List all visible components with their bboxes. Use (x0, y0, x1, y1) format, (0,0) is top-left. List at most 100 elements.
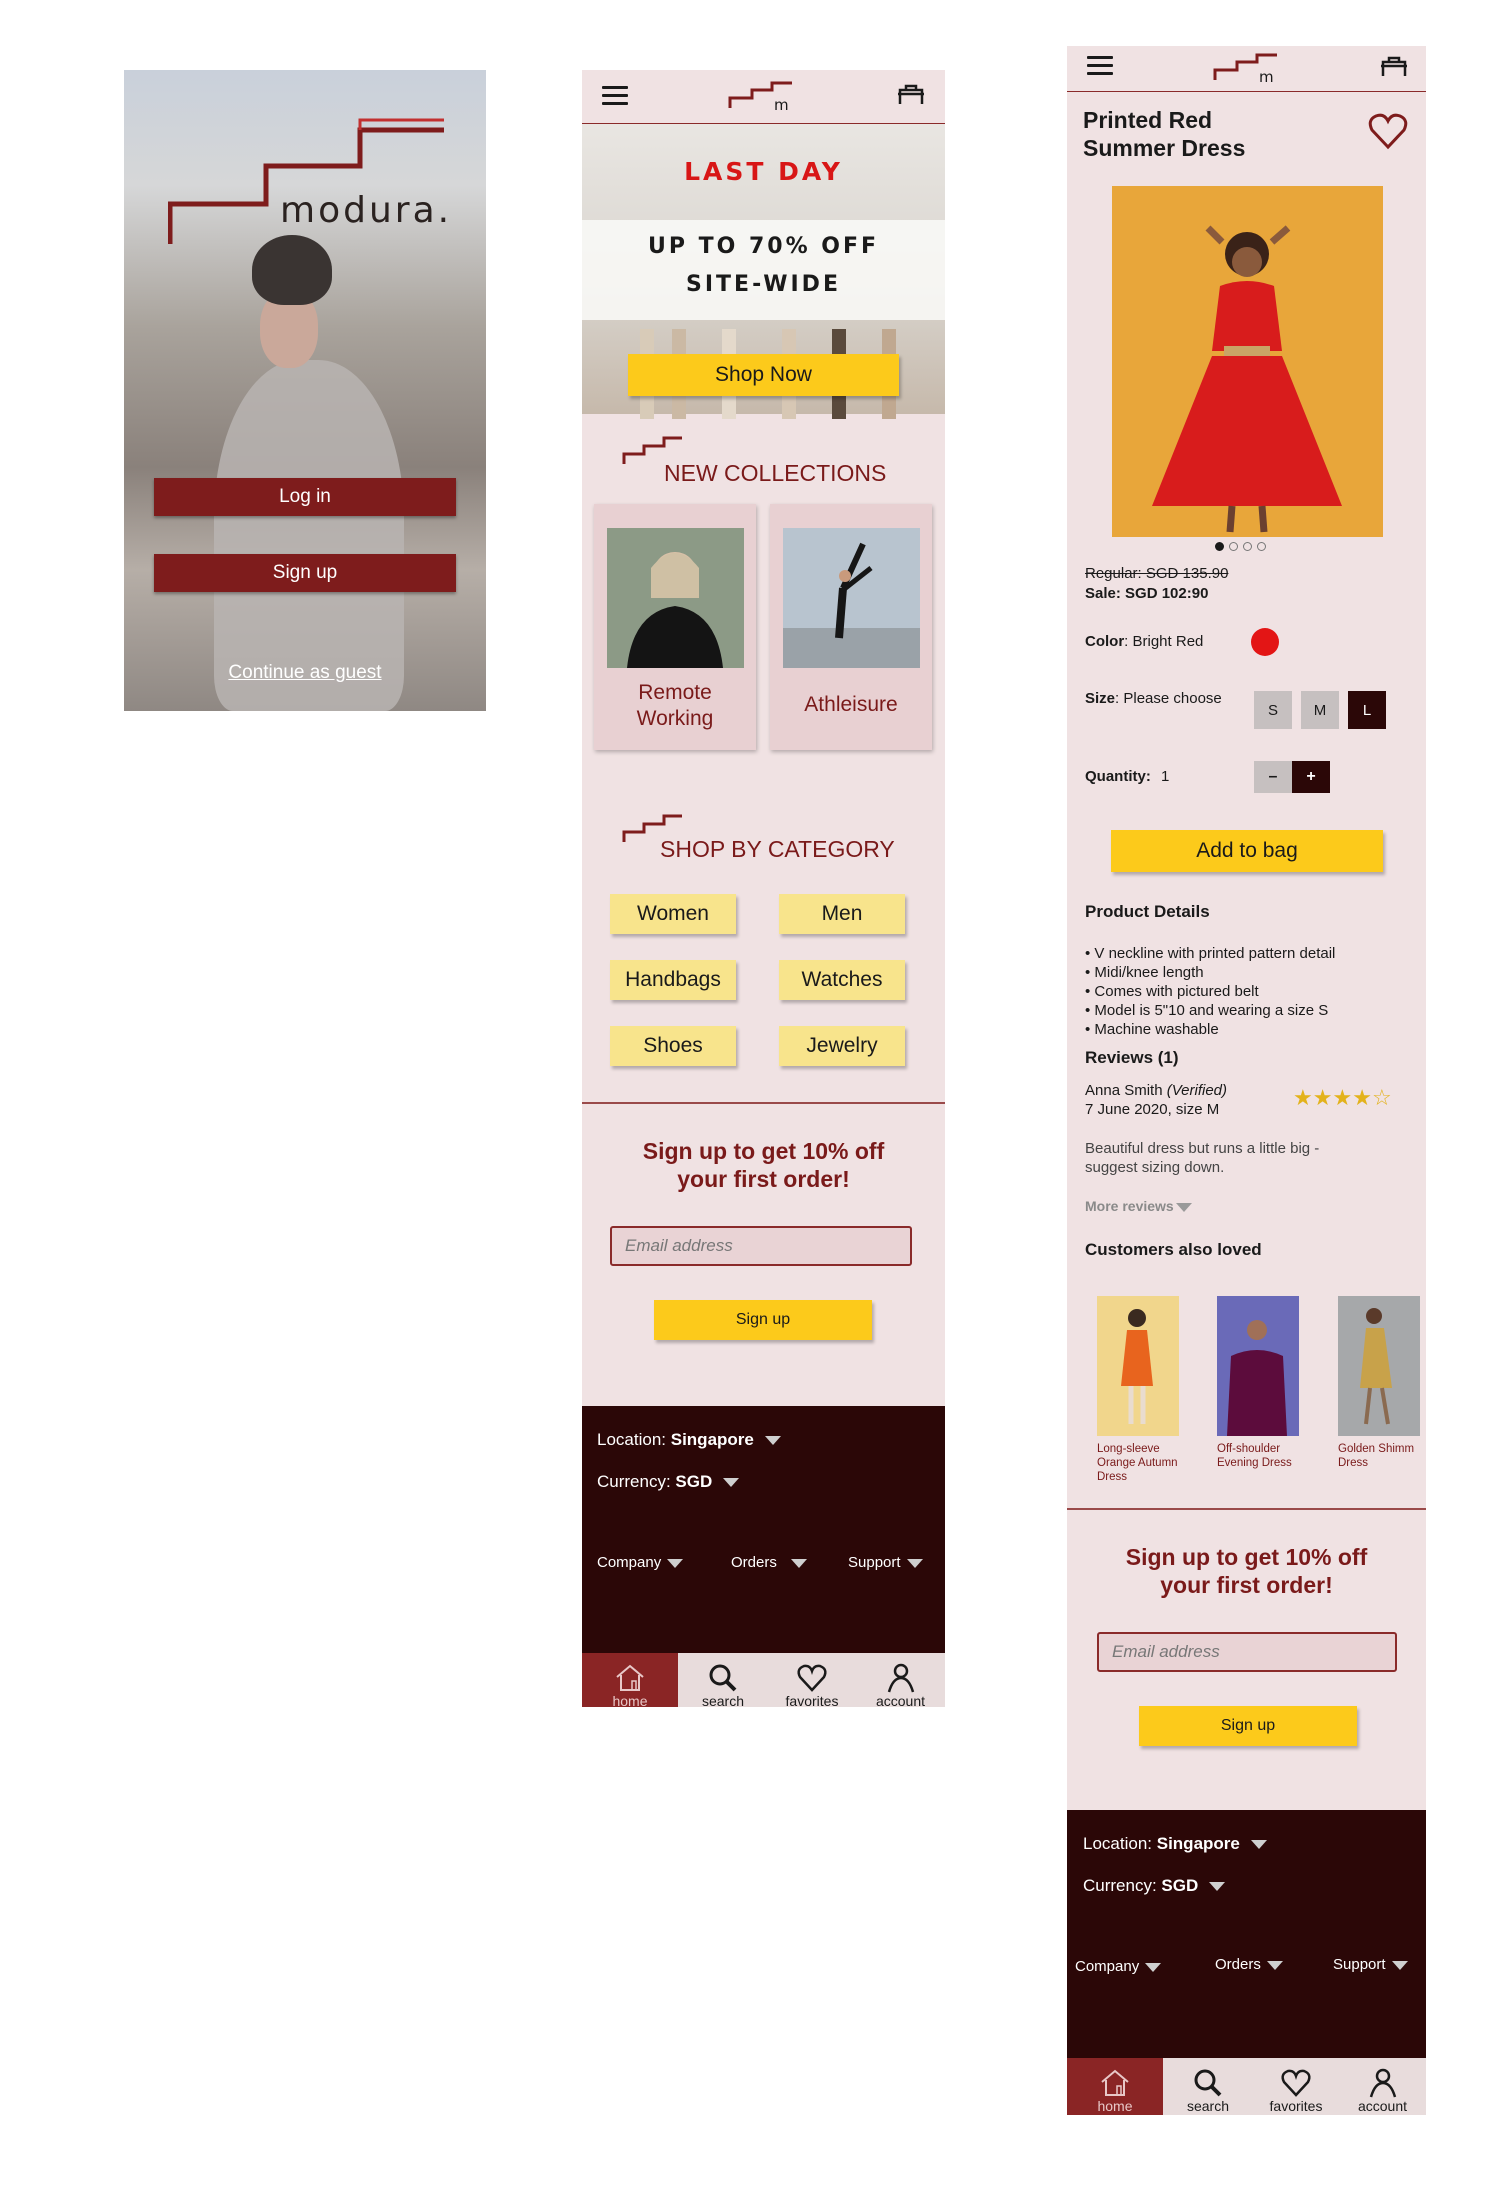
category-handbags[interactable]: Handbags (610, 960, 736, 1000)
signup-offer-line-1: Sign up to get 10% off (1125, 1544, 1368, 1570)
footer-link-orders[interactable]: Orders (731, 1554, 807, 1571)
hero-kicker: LAST DAY (684, 157, 843, 186)
location-value: Singapore (670, 1430, 754, 1449)
heart-icon (1281, 2069, 1311, 2097)
pagination-dot[interactable] (1243, 542, 1252, 551)
category-watches[interactable]: Watches (779, 960, 905, 1000)
tab-home[interactable]: home (1067, 2058, 1163, 2115)
more-reviews-link[interactable]: More reviews (1085, 1198, 1192, 1214)
reviews-title: Reviews (1) (1085, 1048, 1179, 1067)
review-rating: ★★★★☆ (1293, 1085, 1392, 1111)
brand-name: modura. (280, 190, 453, 231)
location-selector[interactable]: Location: Singapore (1083, 1834, 1267, 1854)
color-label: Color (1085, 633, 1125, 650)
tab-account[interactable]: account (1339, 2058, 1426, 2115)
footer: Location: Singapore Currency: SGD Compan… (582, 1406, 945, 1653)
tab-account[interactable]: account (856, 1653, 945, 1707)
related-label-1: Long-sleeve Orange Autumn Dress (1097, 1442, 1197, 1484)
shop-now-button[interactable]: Shop Now (628, 354, 899, 396)
footer-link-company[interactable]: Company (597, 1554, 684, 1571)
collection-label: Remote (638, 681, 712, 704)
tab-home[interactable]: home (582, 1653, 678, 1707)
review-text-line-2: suggest sizing down. (1085, 1159, 1225, 1176)
add-to-bag-button[interactable]: Add to bag (1111, 830, 1383, 872)
footer-link-label: Orders (731, 1554, 777, 1571)
chevron-down-icon (790, 1558, 807, 1568)
related-product-2[interactable] (1217, 1296, 1299, 1436)
quantity-decrement-button[interactable]: – (1254, 761, 1292, 793)
product-image[interactable] (1112, 186, 1383, 537)
star-filled-icon: ★ (1293, 1085, 1313, 1110)
tab-search[interactable]: search (678, 1653, 768, 1707)
menu-icon[interactable] (602, 86, 628, 106)
email-input[interactable]: Email address (610, 1226, 912, 1266)
size-option-m[interactable]: M (1301, 691, 1339, 729)
newsletter-signup-button[interactable]: Sign up (1139, 1706, 1357, 1746)
sale-label: Sale: (1085, 585, 1121, 602)
size-option-l[interactable]: L (1348, 691, 1386, 729)
star-filled-icon: ★ (1352, 1085, 1372, 1110)
related-product-1[interactable] (1097, 1296, 1179, 1436)
newsletter-signup-button[interactable]: Sign up (654, 1300, 872, 1340)
tab-label: favorites (1269, 2098, 1323, 2114)
logo-icon[interactable]: m (728, 80, 794, 114)
home-screen: m LAST DAY UP TO 70% OFF SITE-WIDE Shop … (582, 70, 945, 1707)
product-name: Printed Red Summer Dress (1083, 106, 1245, 162)
quantity-increment-button[interactable]: + (1292, 761, 1330, 793)
favorite-heart-icon[interactable] (1367, 112, 1409, 150)
footer-link-label: Company (597, 1554, 662, 1571)
star-filled-icon: ★ (1332, 1085, 1353, 1110)
signup-offer-line-1: Sign up to get 10% off (642, 1138, 885, 1164)
location-selector[interactable]: Location: Singapore (597, 1430, 781, 1450)
size-label: Size (1085, 690, 1116, 707)
logo-icon[interactable]: m (1213, 52, 1279, 86)
category-jewelry[interactable]: Jewelry (779, 1026, 905, 1066)
hero-line-1: UP TO 70% OFF (647, 234, 880, 259)
tab-label: account (875, 1693, 926, 1707)
tab-favorites[interactable]: favorites (1253, 2058, 1339, 2115)
account-icon (887, 1663, 914, 1693)
footer-link-support[interactable]: Support (1333, 1956, 1408, 1973)
footer-link-orders[interactable]: Orders (1215, 1956, 1283, 1973)
category-women[interactable]: Women (610, 894, 736, 934)
tab-label: search (1186, 2098, 1230, 2114)
review-author: Anna Smith (Verified) (1085, 1082, 1227, 1099)
category-shoes[interactable]: Shoes (610, 1026, 736, 1066)
collection-card-remote-working[interactable]: Remote Working (594, 504, 756, 750)
heart-icon (797, 1664, 827, 1692)
detail-item: • V neckline with printed pattern detail (1085, 945, 1336, 962)
collection-card-athleisure[interactable]: Athleisure (770, 504, 932, 750)
footer-link-company[interactable]: Company (1075, 1958, 1162, 1975)
related-label-line: Long-sleeve (1097, 1443, 1160, 1455)
bottom-tab-bar: home search favorites account (1067, 2058, 1426, 2115)
continue-as-guest-link[interactable]: Continue as guest (124, 662, 486, 684)
size-option-s[interactable]: S (1254, 691, 1292, 729)
image-pagination[interactable] (1215, 542, 1266, 551)
tab-search[interactable]: search (1163, 2058, 1253, 2115)
pagination-dot[interactable] (1229, 542, 1238, 551)
review-text-line-1: Beautiful dress but runs a little big - (1085, 1140, 1320, 1157)
chevron-down-icon (764, 1436, 781, 1446)
pagination-dot-active[interactable] (1215, 542, 1224, 551)
login-button[interactable]: Log in (154, 478, 456, 516)
shopping-bag-icon[interactable] (1379, 56, 1409, 78)
signup-button[interactable]: Sign up (154, 554, 456, 592)
divider (1067, 1508, 1426, 1510)
color-swatch-red[interactable] (1251, 628, 1279, 656)
search-icon (1194, 2069, 1222, 2097)
related-label-line: Orange Autumn (1097, 1457, 1178, 1469)
currency-selector[interactable]: Currency: SGD (1083, 1876, 1225, 1896)
menu-icon[interactable] (1087, 56, 1113, 76)
pagination-dot[interactable] (1257, 542, 1266, 551)
email-input[interactable]: Email address (1097, 1632, 1397, 1672)
divider (582, 1102, 945, 1104)
tab-favorites[interactable]: favorites (768, 1653, 856, 1707)
related-product-3[interactable] (1338, 1296, 1420, 1436)
footer-link-label: Orders (1215, 1956, 1261, 1973)
hero-line-2: SITE-WIDE (686, 272, 841, 297)
star-empty-icon: ☆ (1371, 1085, 1392, 1110)
currency-selector[interactable]: Currency: SGD (597, 1472, 739, 1492)
category-men[interactable]: Men (779, 894, 905, 934)
footer-link-support[interactable]: Support (848, 1554, 923, 1571)
shopping-bag-icon[interactable] (896, 84, 926, 106)
